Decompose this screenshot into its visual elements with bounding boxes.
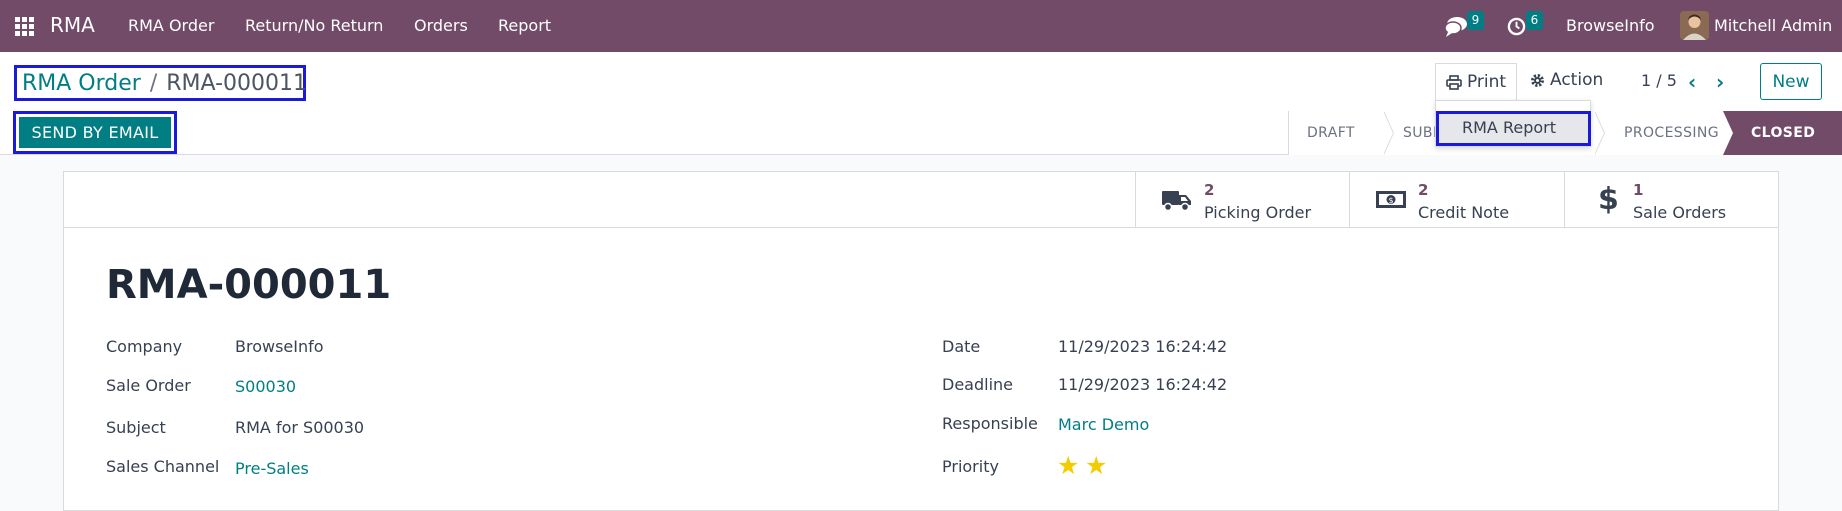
pager-next-icon[interactable]: › [1716,70,1724,94]
sale-order-label: Sale Order [106,376,191,395]
sales-channel-label: Sales Channel [106,457,220,476]
responsible-link[interactable]: Marc Demo [1058,415,1149,434]
stage-closed-label: CLOSED [1751,125,1816,141]
credit-note-smart-button[interactable]: $ 2 Credit Note [1349,172,1564,228]
company-label: Company [106,337,183,356]
sale-orders-count: 1 [1633,181,1644,199]
subject-value[interactable]: RMA for S00030 [235,418,364,437]
sales-channel-link[interactable]: Pre-Sales [235,459,309,478]
dollar-icon: $ [1598,182,1619,217]
print-dropdown-menu: RMA Report [1435,100,1591,147]
rma-report-menu-item[interactable]: RMA Report [1436,111,1591,146]
stage-draft-label: DRAFT [1307,125,1355,141]
form-sheet: 2 Picking Order $ 2 Credit Note $ 1 Sale… [63,171,1779,511]
print-label: Print [1466,72,1507,92]
responsible-label: Responsible [942,414,1038,433]
action-button[interactable]: Action [1530,70,1603,90]
date-label: Date [942,337,981,356]
breadcrumb-parent-link[interactable]: RMA Order [22,71,141,96]
stage-processing-label: PROCESSING [1624,125,1720,141]
printer-icon [1446,74,1462,90]
new-button[interactable]: New [1760,63,1822,100]
picking-order-count: 2 [1204,181,1215,199]
stage-closed[interactable]: CLOSED [1723,111,1842,155]
stage-processing[interactable]: PROCESSING [1596,111,1723,155]
credit-note-count: 2 [1418,181,1429,199]
sale-orders-smart-button[interactable]: $ 1 Sale Orders [1564,172,1779,228]
smart-buttons-bar: 2 Picking Order $ 2 Credit Note $ 1 Sale… [64,172,1778,228]
clock-icon[interactable] [1507,17,1526,36]
activities-badge: 6 [1526,11,1543,30]
svg-text:$: $ [1388,196,1393,205]
app-brand[interactable]: RMA [50,13,95,37]
pager-previous-icon[interactable]: ‹ [1688,70,1696,94]
priority-star-2-icon[interactable]: ★ [1085,453,1107,478]
deadline-label: Deadline [942,375,1013,394]
menu-orders[interactable]: Orders [414,16,468,35]
send-email-highlight: SEND BY EMAIL [13,111,177,154]
sale-order-link[interactable]: S00030 [235,377,296,396]
picking-order-label: Picking Order [1204,203,1312,222]
menu-return-no-return[interactable]: Return/No Return [245,16,383,35]
menu-rma-order[interactable]: RMA Order [128,16,214,35]
menu-report[interactable]: Report [498,16,551,35]
messages-badge: 9 [1467,11,1484,30]
gear-icon [1531,73,1544,87]
company-switcher[interactable]: BrowseInfo [1566,16,1655,35]
stage-draft[interactable]: DRAFT [1288,111,1394,155]
send-by-email-button[interactable]: SEND BY EMAIL [19,117,171,148]
money-icon: $ [1376,191,1406,208]
apps-grid-icon[interactable] [15,17,34,36]
truck-icon [1162,191,1191,212]
date-value[interactable]: 11/29/2023 16:24:42 [1058,337,1227,356]
user-menu[interactable]: Mitchell Admin [1714,16,1832,35]
priority-label: Priority [942,457,999,476]
user-avatar[interactable] [1680,11,1709,40]
pager-value[interactable]: 1 / 5 [1641,71,1677,90]
picking-order-smart-button[interactable]: 2 Picking Order [1135,172,1350,228]
print-button[interactable]: Print [1435,63,1517,100]
credit-note-label: Credit Note [1418,203,1510,222]
action-label: Action [1550,70,1604,90]
breadcrumb-current: RMA-000011 [166,70,308,96]
company-value[interactable]: BrowseInfo [235,337,324,356]
deadline-value[interactable]: 11/29/2023 16:24:42 [1058,375,1227,394]
breadcrumb: RMA Order / RMA-000011 [14,65,308,101]
sale-orders-label: Sale Orders [1633,203,1727,222]
record-title: RMA-000011 [106,262,392,308]
priority-star-1-icon[interactable]: ★ [1057,453,1079,478]
breadcrumb-separator: / [149,70,158,96]
chat-icon[interactable] [1444,16,1468,38]
top-navbar: RMA RMA Order Return/No Return Orders Re… [0,0,1842,52]
subject-label: Subject [106,418,166,437]
